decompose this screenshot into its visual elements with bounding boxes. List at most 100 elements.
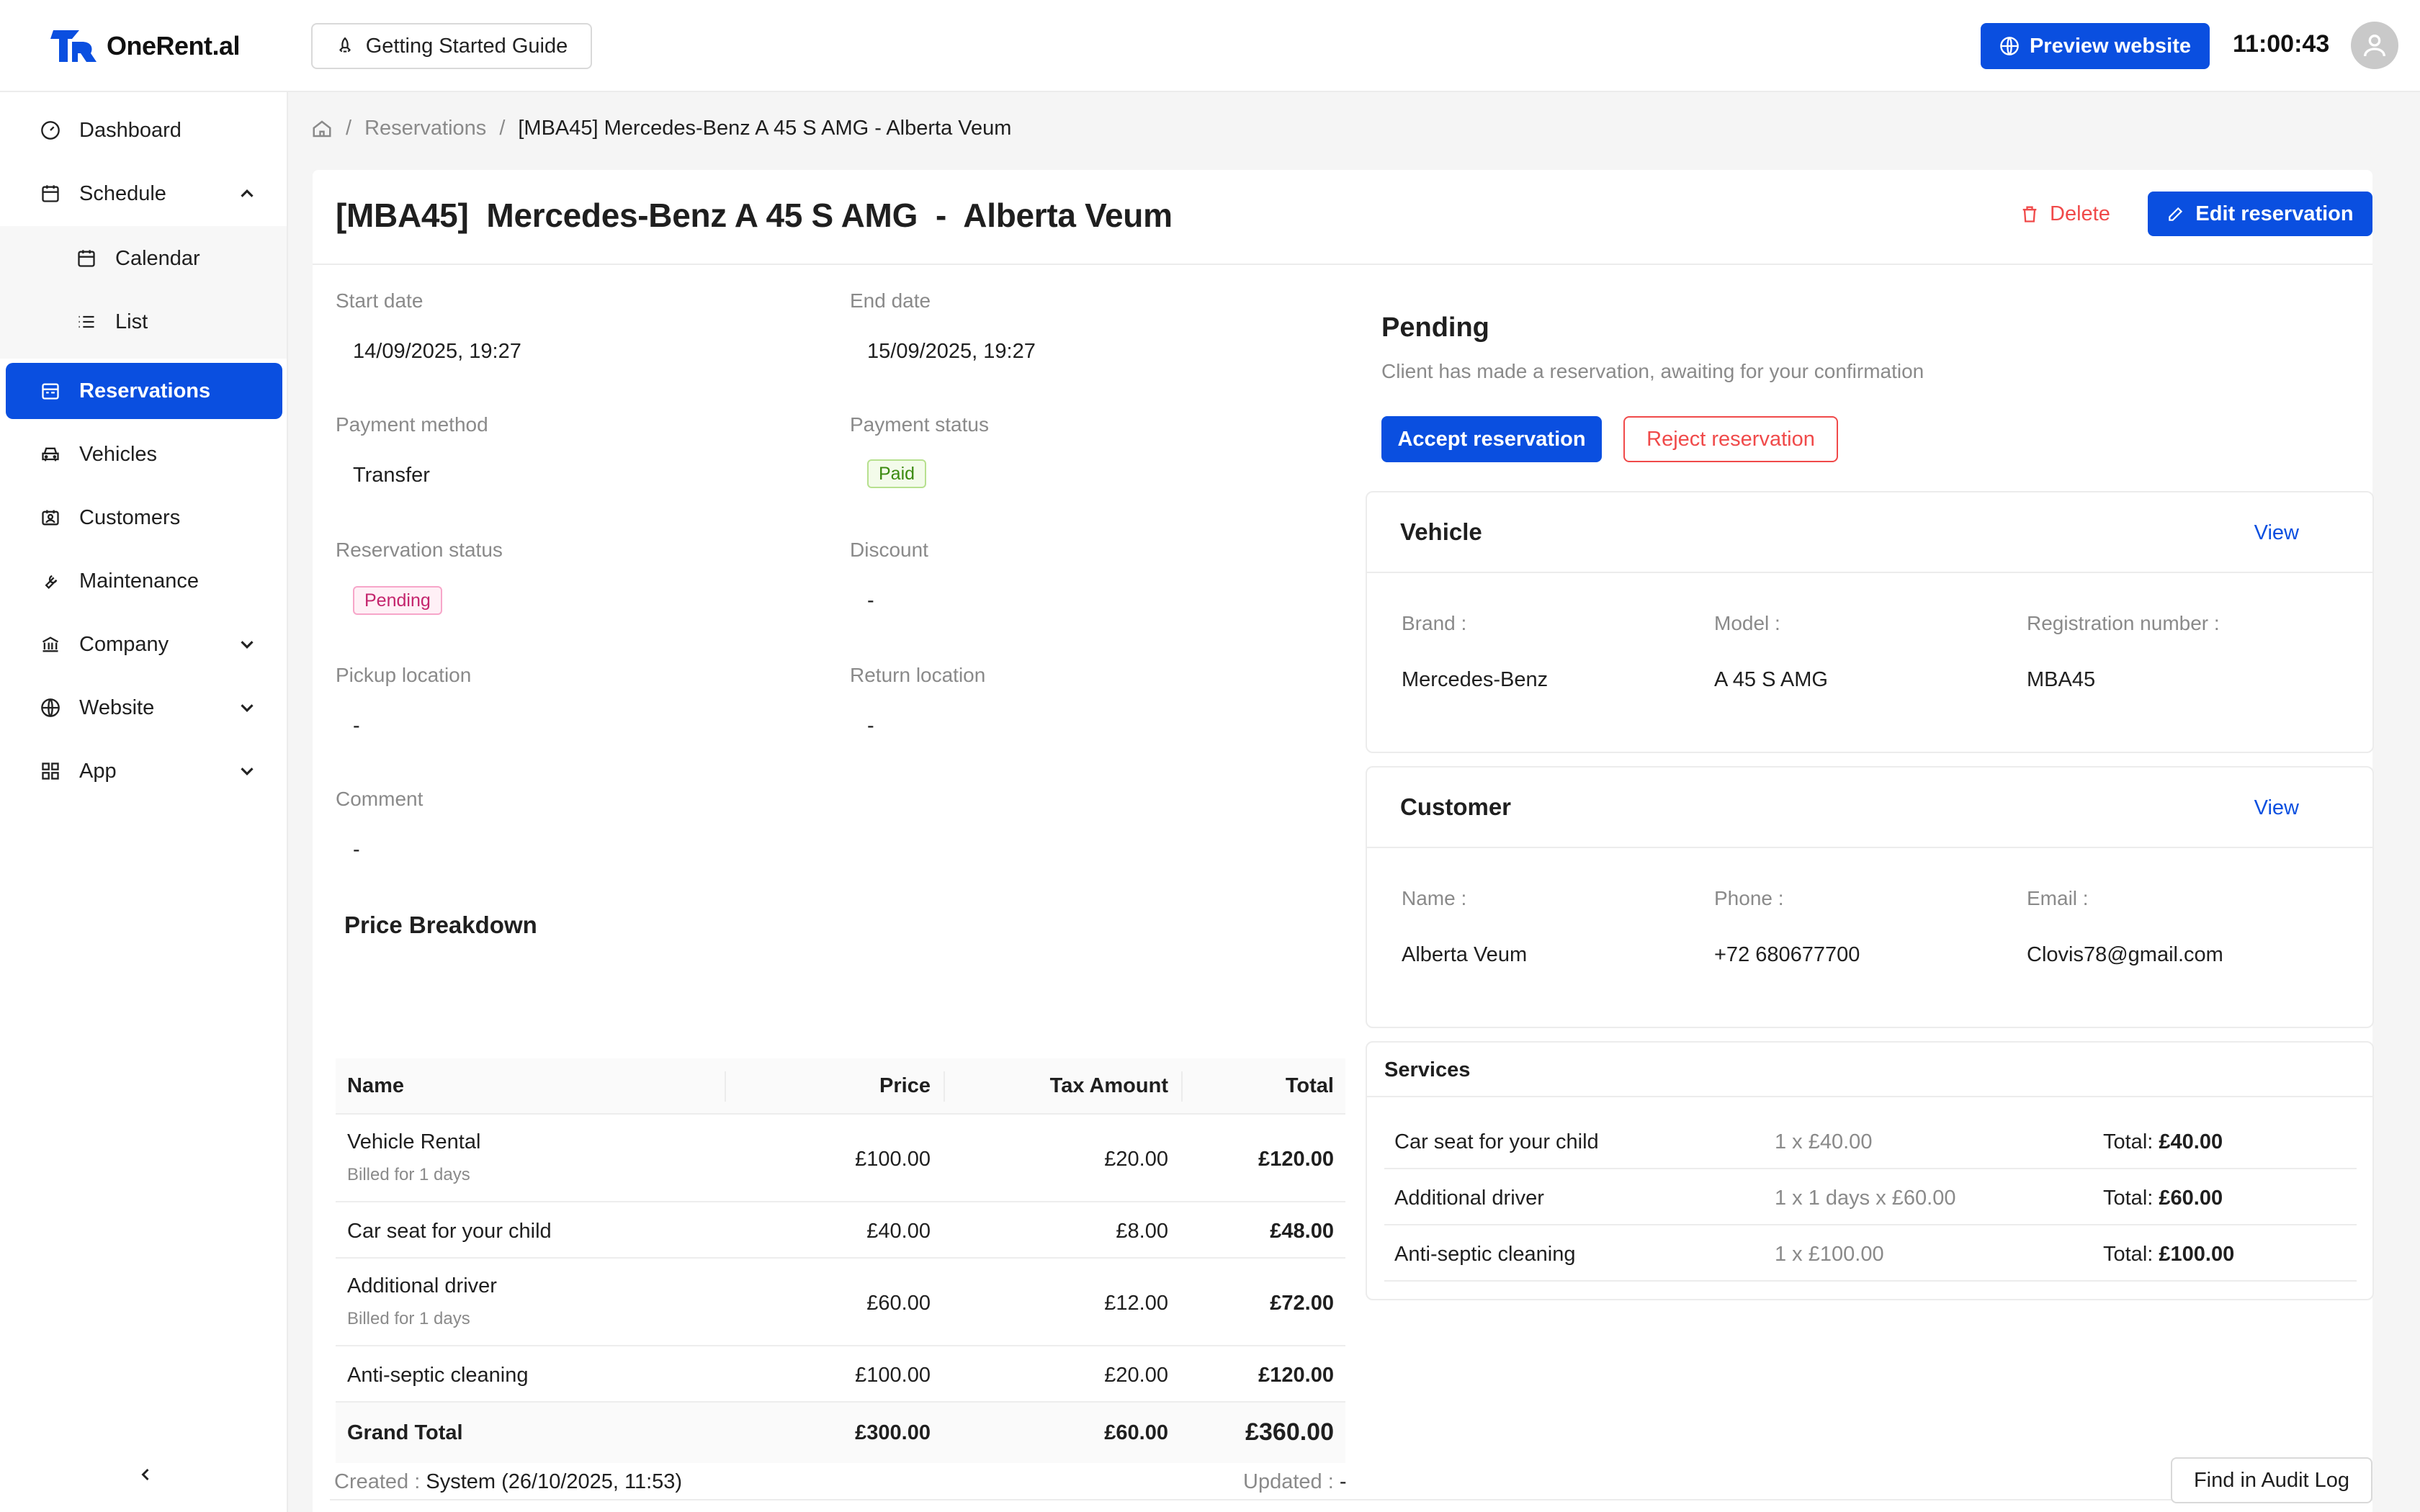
service-quantity: 1 x £100.00: [1775, 1243, 1884, 1266]
grid-icon: [39, 760, 62, 783]
sidebar-item-reservations[interactable]: Reservations: [6, 363, 282, 419]
column-divider: [944, 1071, 945, 1102]
preview-website-button[interactable]: Preview website: [1981, 23, 2210, 69]
grand-total-tax: £60.00: [1104, 1421, 1168, 1444]
row-billing-note: Billed for 1 days: [347, 1165, 470, 1184]
service-total-prefix: Total:: [2103, 1243, 2159, 1266]
user-icon: [2364, 35, 2385, 57]
sidebar-item-calendar[interactable]: Calendar: [6, 230, 282, 287]
globe-icon: [2000, 37, 2019, 55]
table-header-row: Name Price Tax Amount Total: [336, 1058, 1345, 1115]
grand-total-total: £360.00: [1245, 1418, 1334, 1446]
brand-label: Brand :: [1402, 612, 1467, 634]
discount-value: -: [867, 589, 874, 612]
created-info: Created : System (26/10/2025, 11:53): [334, 1470, 682, 1494]
row-total: £120.00: [1258, 1364, 1334, 1387]
row-total: £120.00: [1258, 1148, 1334, 1171]
updated-info: Updated : -: [1243, 1470, 1347, 1494]
grand-total-row: Grand Total £300.00 £60.00 £360.00: [336, 1403, 1345, 1463]
vehicle-view-link[interactable]: View: [2254, 521, 2299, 545]
sidebar-item-label: List: [115, 310, 148, 333]
sidebar-item-company[interactable]: Company: [6, 616, 282, 672]
edit-reservation-button[interactable]: Edit reservation: [2148, 192, 2372, 236]
top-bar: OneRent.al Getting Started Guide Preview…: [0, 0, 2420, 92]
reject-reservation-button[interactable]: Reject reservation: [1623, 416, 1838, 462]
customer-card: Customer View Name : Alberta Veum Phone …: [1366, 766, 2374, 1028]
home-icon[interactable]: [311, 118, 333, 140]
row-total: £48.00: [1270, 1220, 1334, 1243]
created-value: System (26/10/2025, 11:53): [426, 1470, 683, 1493]
end-date-value: 15/09/2025, 19:27: [867, 340, 1036, 363]
brand-value: Mercedes-Benz: [1402, 668, 1549, 691]
services-card-header: Services: [1367, 1043, 2372, 1097]
app-name: OneRent.al: [107, 31, 241, 60]
comment-value: -: [353, 838, 360, 861]
delete-label: Delete: [2050, 202, 2110, 225]
service-quantity: 1 x 1 days x £60.00: [1775, 1187, 1956, 1210]
sidebar-item-dashboard[interactable]: Dashboard: [6, 102, 282, 158]
breadcrumb-reservations[interactable]: Reservations: [364, 117, 486, 140]
row-total: £72.00: [1270, 1292, 1334, 1315]
pencil-icon: [2169, 207, 2183, 221]
column-header-name: Name: [347, 1074, 404, 1097]
registration-value: MBA45: [2027, 668, 2096, 691]
customer-name-value: Alberta Veum: [1402, 943, 1528, 966]
chevron-up-icon[interactable]: [236, 183, 258, 204]
service-row: Additional driver 1 x 1 days x £60.00 To…: [1384, 1169, 2357, 1225]
sidebar-item-website[interactable]: Website: [6, 680, 282, 736]
email-value: Clovis78@gmail.com: [2027, 943, 2223, 966]
main-content: / Reservations / [MBA45] Mercedes-Benz A…: [288, 92, 2420, 1512]
logo[interactable]: OneRent.al: [50, 26, 241, 66]
sidebar-item-label: Reservations: [79, 379, 211, 402]
sidebar-item-list[interactable]: List: [6, 294, 282, 350]
calendar-clock-icon: [39, 182, 62, 205]
customer-view-link[interactable]: View: [2254, 796, 2299, 820]
service-row: Anti-septic cleaning 1 x £100.00 Total: …: [1384, 1225, 2357, 1282]
updated-label: Updated :: [1243, 1470, 1334, 1493]
accept-reservation-button[interactable]: Accept reservation: [1381, 416, 1602, 462]
sidebar-item-app[interactable]: App: [6, 743, 282, 799]
service-total: Total: £40.00: [2103, 1130, 2223, 1154]
chevron-down-icon[interactable]: [236, 634, 258, 655]
pickup-location-label: Pickup location: [336, 664, 472, 686]
registration-label: Registration number :: [2027, 612, 2220, 634]
vehicle-card-title: Vehicle: [1400, 518, 1482, 545]
updated-value: -: [1339, 1470, 1347, 1493]
sidebar-item-label: Schedule: [79, 181, 166, 205]
column-divider: [725, 1071, 726, 1102]
sidebar-item-schedule[interactable]: Schedule: [6, 166, 282, 222]
payment-method-value: Transfer: [353, 464, 430, 487]
service-name: Additional driver: [1394, 1187, 1544, 1210]
avatar[interactable]: [2351, 22, 2398, 69]
service-total-value: £40.00: [2159, 1130, 2223, 1153]
table-row: Anti-septic cleaning £100.00 £20.00 £120…: [336, 1346, 1345, 1403]
getting-started-label: Getting Started Guide: [365, 34, 568, 58]
service-name: Car seat for your child: [1394, 1130, 1599, 1153]
table-row: Additional driver Billed for 1 days £60.…: [336, 1259, 1345, 1346]
page-title: [MBA45] Mercedes-Benz A 45 S AMG - Alber…: [336, 197, 1173, 234]
end-date-label: End date: [850, 289, 931, 312]
sidebar-item-label: Company: [79, 632, 169, 656]
sidebar-item-maintenance[interactable]: Maintenance: [6, 553, 282, 609]
delete-button[interactable]: Delete: [2020, 192, 2110, 236]
services-card-title: Services: [1384, 1058, 1471, 1081]
find-in-audit-log-button[interactable]: Find in Audit Log: [2171, 1457, 2372, 1503]
collapse-sidebar-button[interactable]: [131, 1460, 160, 1489]
sidebar-item-customers[interactable]: Customers: [6, 490, 282, 546]
sidebar-item-label: Customers: [79, 505, 181, 529]
footer-divider: [330, 1499, 2372, 1500]
sidebar-item-vehicles[interactable]: Vehicles: [6, 426, 282, 482]
bank-icon: [39, 633, 62, 656]
column-header-price: Price: [879, 1074, 931, 1097]
sidebar-item-label: Maintenance: [79, 569, 200, 593]
row-tax: £20.00: [1104, 1364, 1168, 1387]
chevron-down-icon[interactable]: [236, 760, 258, 782]
column-header-tax: Tax Amount: [1049, 1074, 1168, 1097]
getting-started-button[interactable]: Getting Started Guide: [311, 23, 592, 69]
chevron-down-icon[interactable]: [236, 697, 258, 719]
vehicle-card-header: Vehicle View: [1367, 492, 2372, 573]
grand-total-label: Grand Total: [347, 1421, 463, 1444]
service-total: Total: £60.00: [2103, 1187, 2223, 1210]
row-tax: £12.00: [1104, 1292, 1168, 1315]
wrench-icon: [39, 570, 62, 593]
